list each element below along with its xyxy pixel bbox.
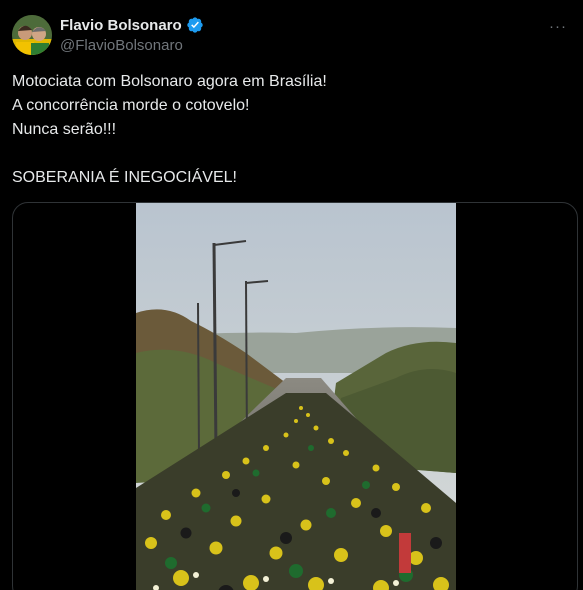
- author-avatar[interactable]: [12, 15, 52, 55]
- tweet-text: Motociata com Bolsonaro agora em Brasíli…: [12, 70, 567, 190]
- author-handle[interactable]: @FlavioBolsonaro: [60, 37, 183, 54]
- tweet-line: Motociata com Bolsonaro agora em Brasíli…: [12, 73, 327, 90]
- tweet-media[interactable]: [12, 202, 578, 590]
- tweet-line: [12, 142, 567, 166]
- ellipsis-icon: ···: [549, 17, 567, 35]
- tweet: Flavio Bolsonaro @FlavioBolsonaro ··· Mo…: [0, 0, 583, 590]
- tweet-line: Nunca serão!!!: [12, 121, 117, 138]
- tweet-line: A concorrência morde o cotovelo!: [12, 97, 250, 114]
- video-player[interactable]: [136, 203, 456, 590]
- more-options-button[interactable]: ···: [543, 14, 573, 38]
- tweet-line: SOBERANIA É INEGOCIÁVEL!: [12, 169, 237, 186]
- author-name[interactable]: Flavio Bolsonaro: [60, 17, 182, 34]
- author-name-row: Flavio Bolsonaro: [60, 16, 204, 34]
- verified-badge-icon: [187, 17, 203, 33]
- motorcycle-rally-video-frame: [136, 203, 456, 590]
- avatar-photo-icon: [12, 15, 52, 55]
